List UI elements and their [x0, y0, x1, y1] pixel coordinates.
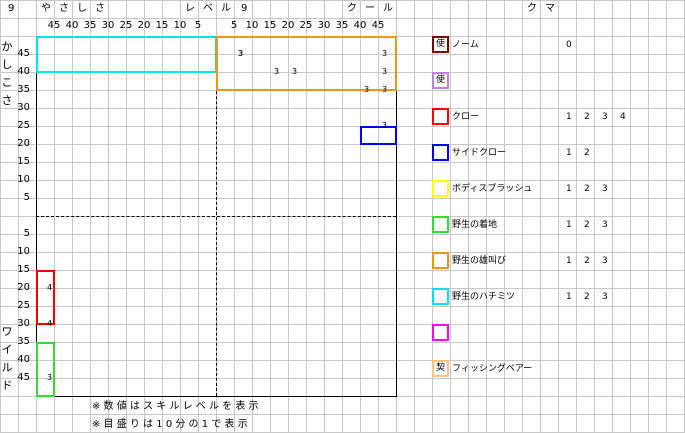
- legend-level-value: 3: [602, 256, 608, 266]
- legend-swatch: [432, 252, 449, 269]
- legend-level-value: 1: [566, 148, 572, 158]
- legend-skill-levels: 0: [566, 39, 584, 51]
- legend-skill-levels: 1 2 3 4: [566, 111, 638, 123]
- skill-level-value: 4: [47, 283, 53, 292]
- legend-skill-levels: 1 2 3: [566, 183, 620, 195]
- legend-skill-name: 野生のハチミツ: [452, 292, 516, 302]
- legend-level-value: 2: [584, 292, 590, 302]
- horizontal-axis-line: [36, 216, 396, 217]
- legend-swatch: 使: [432, 72, 449, 89]
- y-axis-bottom-label-char: ル: [1, 361, 13, 374]
- left-axis-name-char: さ: [59, 3, 69, 14]
- legend-level-value: 3: [602, 112, 608, 122]
- y-axis-top-label-char: し: [1, 58, 13, 71]
- legend-level-value: 1: [566, 256, 572, 266]
- skill-level-value: 3: [382, 121, 388, 130]
- right-axis-name-char: ク: [347, 3, 357, 14]
- skill-region-box: [216, 36, 397, 91]
- legend-skill-name: サイドクロー: [452, 148, 507, 158]
- skill-level-value: 3: [47, 373, 53, 382]
- legend-level-value: 1: [566, 184, 572, 194]
- legend-skill-name: フィッシングベアー: [452, 364, 533, 374]
- skill-region-box: [36, 36, 217, 73]
- left-level-number: 9: [8, 3, 15, 14]
- skill-region-box: [360, 126, 397, 145]
- legend-swatch: [432, 144, 449, 161]
- legend-skill-levels: 12: [566, 147, 602, 159]
- legend-skill-name: 野生の雄叫び: [452, 256, 507, 266]
- legend-skill-levels: 1 2 3: [566, 255, 620, 267]
- y-tick-bottom: 5: [23, 228, 30, 239]
- y-tick-top: 25: [17, 120, 30, 131]
- skill-level-value: 3: [382, 67, 388, 76]
- legend-level-value: 2: [584, 220, 590, 230]
- y-tick-top: 20: [17, 138, 30, 149]
- y-axis-top-label-char: こ: [1, 76, 13, 89]
- legend-level-value: 2: [584, 184, 590, 194]
- legend-swatch: [432, 180, 449, 197]
- legend-level-value: 1: [566, 112, 572, 122]
- y-axis-top-label-char: さ: [1, 94, 13, 107]
- legend-swatch: 契: [432, 360, 449, 377]
- skill-level-value: 3: [238, 49, 244, 58]
- level-word-char: レ: [185, 3, 195, 14]
- y-tick-top: 15: [17, 156, 30, 167]
- right-axis-name-char: ル: [383, 3, 393, 14]
- legend-level-value: 1: [566, 220, 572, 230]
- y-tick-bottom: 10: [17, 246, 30, 257]
- legend-skill-name: クロー: [452, 112, 480, 122]
- level-word-char: ベ: [203, 3, 213, 14]
- x-tick-left: 5: [194, 20, 202, 31]
- legend-skill-name: ボディスプラッシュ: [452, 184, 533, 194]
- skill-level-value: 3: [382, 85, 388, 94]
- legend-swatch: [432, 216, 449, 233]
- legend-skill-name: 野生の着地: [452, 220, 498, 230]
- skill-level-value: 3: [382, 49, 388, 58]
- legend-swatch: [432, 324, 449, 341]
- y-axis-bottom-label-char: イ: [1, 343, 13, 356]
- legend-skill-name: ノーム: [452, 40, 479, 50]
- skill-region-box: [36, 342, 55, 397]
- y-axis-bottom-label-char: ド: [1, 379, 13, 392]
- legend-level-value: 3: [602, 220, 608, 230]
- skill-level-value: 3: [364, 85, 370, 94]
- skill-level-value: 3: [274, 67, 280, 76]
- left-axis-name-char: さ: [95, 3, 105, 14]
- y-tick-bottom: 20: [17, 282, 30, 293]
- legend-swatch: [432, 288, 449, 305]
- y-axis-bottom-label-char: ワ: [1, 325, 13, 338]
- legend-swatch: [432, 108, 449, 125]
- legend-title-char: マ: [545, 3, 555, 14]
- legend-level-value: 1: [566, 292, 572, 302]
- legend-level-value: 3: [602, 292, 608, 302]
- legend-level-value: 4: [620, 112, 626, 122]
- right-level-number: 9: [241, 3, 248, 14]
- legend-level-value: 3: [602, 184, 608, 194]
- legend-level-value: 0: [566, 40, 572, 50]
- skill-level-value: 4: [47, 319, 53, 328]
- left-axis-name-char: し: [77, 3, 87, 14]
- legend-level-value: 2: [584, 112, 590, 122]
- skill-region-box: [36, 270, 55, 325]
- level-word-char: ル: [221, 3, 231, 14]
- skill-level-value: 3: [292, 67, 298, 76]
- legend-level-value: 2: [584, 148, 590, 158]
- legend-level-value: 2: [584, 256, 590, 266]
- legend-swatch: 使: [432, 36, 449, 53]
- y-tick-bottom: 25: [17, 300, 30, 311]
- y-tick-bottom: 15: [17, 264, 30, 275]
- y-tick-top: 10: [17, 174, 30, 185]
- footnote-2: ※ 目 盛 り は 1 0 分 の 1 で 表 示: [92, 419, 248, 430]
- y-axis-top-label-char: か: [1, 40, 13, 53]
- footnote-1: ※ 数 値 は ス キ ル レ ベ ル を 表 示: [92, 401, 259, 412]
- legend-skill-levels: 1 2 3: [566, 219, 620, 231]
- legend-title-char: ク: [527, 3, 537, 14]
- y-tick-top: 5: [23, 192, 30, 203]
- left-axis-name-char: や: [41, 3, 51, 14]
- right-axis-name-char: ー: [365, 3, 375, 14]
- legend-skill-levels: 1 2 3: [566, 291, 620, 303]
- x-tick-right: 45: [371, 20, 385, 31]
